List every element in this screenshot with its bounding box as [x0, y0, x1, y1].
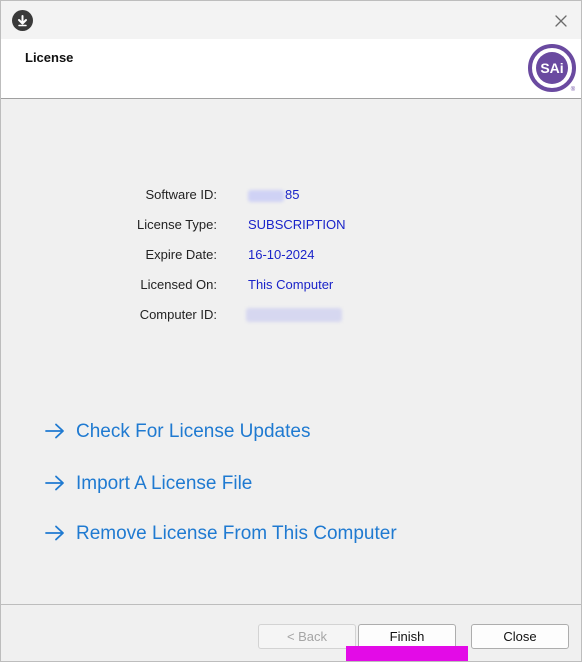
arrow-right-icon [45, 523, 67, 545]
sai-logo: SAi ® [526, 42, 578, 94]
footer-divider [1, 604, 581, 605]
arrow-right-icon [45, 473, 67, 495]
license-type-row: License Type: SUBSCRIPTION [1, 217, 581, 237]
redacted-blur [248, 189, 284, 202]
logo-text: SAi [540, 60, 563, 76]
back-button[interactable]: < Back [258, 624, 356, 649]
software-id-row: Software ID: 85 [1, 187, 581, 207]
licensed-on-row: Licensed On: This Computer [1, 277, 581, 297]
close-icon[interactable] [551, 11, 571, 31]
license-type-label: License Type: [137, 217, 217, 232]
link-label[interactable]: Import A License File [76, 473, 252, 494]
import-license-file-link[interactable]: Import A License File [45, 473, 252, 495]
highlight-marker [346, 646, 468, 661]
software-id-suffix: 85 [285, 187, 300, 202]
redacted-blur [246, 308, 342, 322]
software-id-value: 85 [248, 187, 299, 202]
license-type-value: SUBSCRIPTION [248, 217, 346, 232]
close-button[interactable]: Close [471, 624, 569, 649]
dialog-header: License SAi ® [1, 39, 581, 99]
licensed-on-value: This Computer [248, 277, 334, 292]
check-for-license-updates-link[interactable]: Check For License Updates [45, 421, 310, 443]
link-label[interactable]: Remove License From This Computer [76, 523, 397, 544]
link-label[interactable]: Check For License Updates [76, 421, 310, 442]
page-title: License [25, 50, 74, 65]
licensed-on-label: Licensed On: [140, 277, 217, 292]
download-arrow-icon [12, 10, 33, 31]
expire-date-value: 16-10-2024 [248, 247, 315, 262]
computer-id-row: Computer ID: [1, 307, 581, 327]
title-bar [1, 1, 581, 39]
logo-registered-mark: ® [571, 86, 576, 93]
remove-license-link[interactable]: Remove License From This Computer [45, 523, 397, 545]
software-id-label: Software ID: [145, 187, 217, 202]
license-dialog: License SAi ® Software ID: 85 License Ty… [0, 0, 582, 662]
expire-date-label: Expire Date: [145, 247, 217, 262]
computer-id-label: Computer ID: [139, 307, 217, 322]
arrow-right-icon [45, 421, 67, 443]
expire-date-row: Expire Date: 16-10-2024 [1, 247, 581, 267]
